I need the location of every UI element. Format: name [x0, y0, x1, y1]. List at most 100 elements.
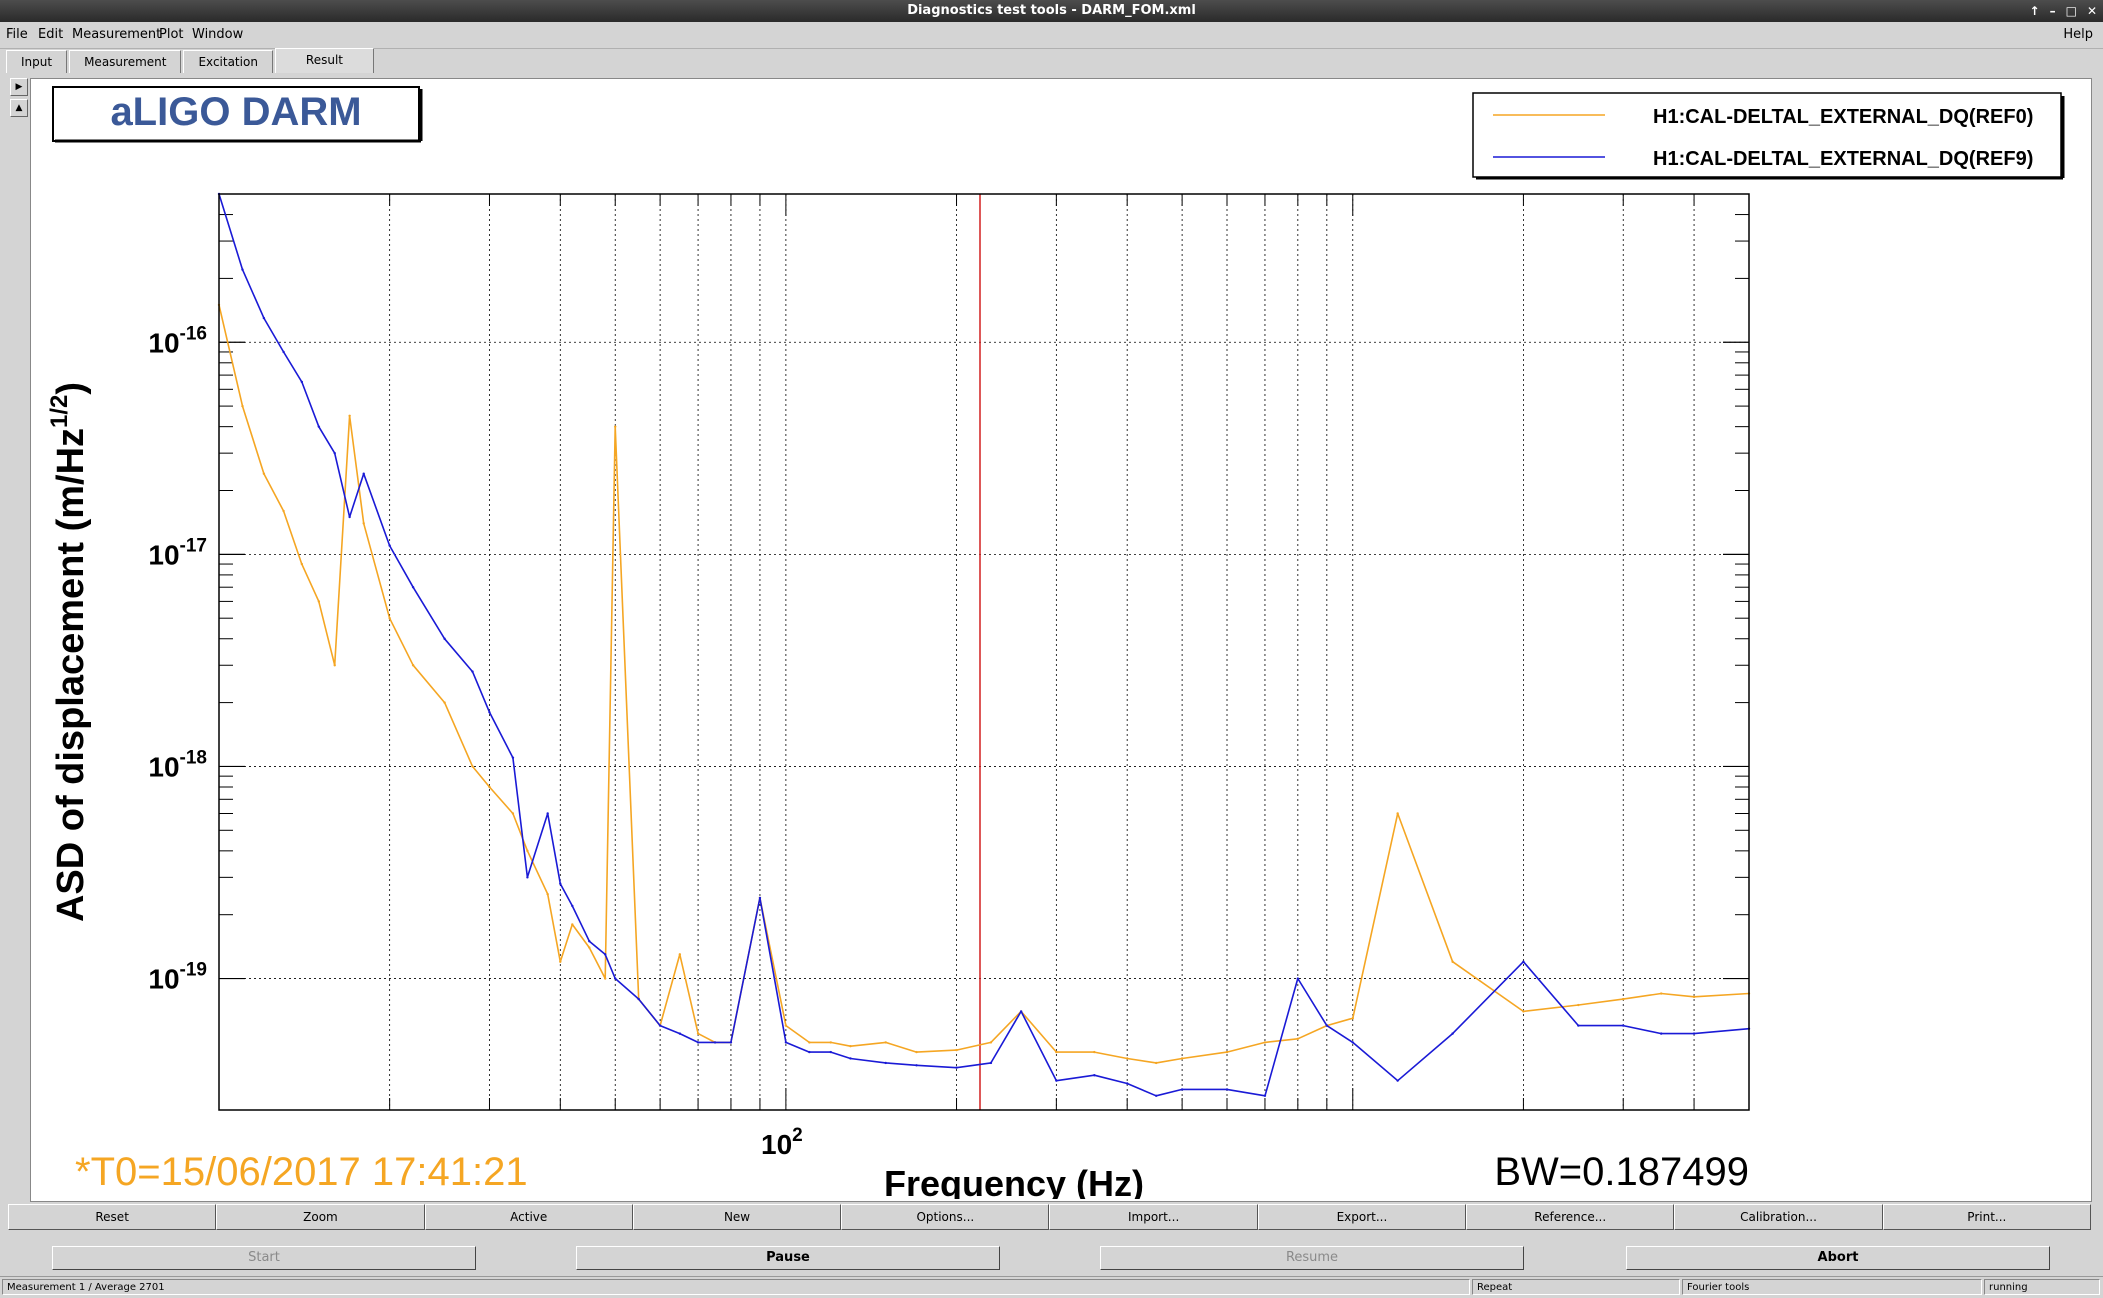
data-point — [713, 1041, 717, 1044]
scroll-up-icon[interactable]: ▲ — [10, 99, 28, 117]
data-point — [388, 616, 391, 620]
import-button[interactable]: Import... — [1049, 1204, 1258, 1230]
close-icon[interactable]: ✕ — [2087, 0, 2097, 22]
window-controls: ↑ – □ ✕ — [2030, 0, 2097, 22]
data-point — [300, 380, 304, 384]
data-point — [1325, 1024, 1329, 1027]
data-point — [546, 812, 549, 815]
tab-input[interactable]: Input — [6, 50, 68, 73]
bw-label: BW=0.187499 — [1494, 1150, 1749, 1194]
data-point — [317, 600, 321, 603]
reset-button[interactable]: Reset — [8, 1204, 217, 1230]
data-point — [989, 1041, 993, 1044]
y-tick-label: 10-18 — [148, 747, 207, 782]
menu-help[interactable]: Help — [2063, 27, 2093, 42]
data-point — [411, 586, 415, 589]
x-axis-label: Frequency (Hz) — [884, 1163, 1144, 1199]
plot-title: aLIGO DARM — [110, 90, 361, 134]
data-point — [603, 977, 607, 980]
data-point — [411, 664, 415, 667]
data-point — [1093, 1050, 1096, 1054]
data-point — [333, 664, 336, 667]
data-point — [955, 1048, 958, 1052]
x-tick-label: 102 — [761, 1125, 803, 1160]
data-point — [758, 896, 762, 900]
data-point — [241, 268, 244, 271]
y-tick-label: 10-16 — [148, 323, 207, 358]
data-point — [559, 882, 562, 885]
new-button[interactable]: New — [632, 1204, 842, 1230]
data-point — [362, 472, 365, 475]
scroll-right-icon[interactable]: ▶ — [10, 78, 28, 96]
data-point — [658, 1024, 662, 1027]
reference-button[interactable]: Reference... — [1466, 1204, 1675, 1230]
data-point — [1125, 1082, 1129, 1085]
data-point — [1225, 1088, 1229, 1091]
data-point — [317, 425, 321, 428]
data-point — [849, 1057, 852, 1060]
status-measurement: Measurement 1 / Average 2701 — [2, 1279, 1470, 1295]
data-point — [1055, 1079, 1058, 1082]
data-point — [1659, 992, 1663, 995]
data-point — [614, 977, 617, 980]
tab-result[interactable]: Result — [274, 48, 374, 73]
data-point — [1125, 1057, 1129, 1060]
data-point — [488, 711, 491, 714]
tab-excitation[interactable]: Excitation — [183, 50, 273, 73]
calibration-button[interactable]: Calibration... — [1674, 1204, 1883, 1230]
status-fourier: Fourier tools — [1682, 1279, 1982, 1295]
data-point — [571, 904, 574, 908]
menu-measurement[interactable]: Measurement — [72, 27, 161, 42]
menu-file[interactable]: File — [6, 27, 28, 42]
data-point — [1522, 960, 1525, 963]
data-point — [526, 849, 529, 853]
menu-bar: File Edit Measurement Plot Window Help — [0, 22, 2103, 49]
data-point — [588, 946, 591, 949]
active-button[interactable]: Active — [424, 1204, 633, 1230]
y-axis-label: ASD of displacement (m/Hz1/2) — [46, 382, 92, 922]
print-button[interactable]: Print... — [1882, 1204, 2091, 1230]
tab-measurement[interactable]: Measurement — [69, 50, 182, 73]
data-point — [1154, 1061, 1158, 1065]
export-button[interactable]: Export... — [1257, 1204, 1467, 1230]
data-point — [1263, 1094, 1267, 1098]
data-point — [1451, 960, 1454, 963]
abort-button[interactable]: Abort — [1626, 1246, 2050, 1270]
plot-canvas[interactable]: 10-16 10-17 10-18 10-19 102 Frequency (Hz) ASD… — [30, 78, 2092, 1202]
data-point — [1577, 1024, 1580, 1027]
data-point — [333, 451, 336, 455]
options-button[interactable]: Options... — [841, 1204, 1050, 1230]
data-point — [1396, 812, 1399, 815]
data-point — [362, 522, 365, 525]
menu-edit[interactable]: Edit — [38, 27, 63, 42]
data-point — [989, 1061, 993, 1065]
data-point — [571, 923, 574, 926]
zoom-button[interactable]: Zoom — [216, 1204, 425, 1230]
series-ref0-line — [218, 304, 1750, 1064]
data-point — [1055, 1050, 1058, 1054]
data-point — [443, 637, 446, 640]
data-point — [511, 812, 515, 815]
menu-plot[interactable]: Plot — [159, 27, 184, 42]
data-point — [1622, 997, 1625, 1001]
data-point — [1659, 1032, 1663, 1035]
data-point — [511, 756, 515, 759]
plot-frame — [218, 193, 1750, 1111]
maximize-icon[interactable]: □ — [2066, 0, 2077, 22]
data-point — [262, 316, 266, 320]
data-point — [262, 472, 266, 475]
pause-button[interactable]: Pause — [576, 1246, 1000, 1270]
data-point — [784, 1041, 788, 1044]
menu-window[interactable]: Window — [192, 27, 243, 42]
keep-above-icon[interactable]: ↑ — [2030, 0, 2040, 22]
start-button[interactable]: Start — [52, 1246, 476, 1270]
resume-button[interactable]: Resume — [1100, 1246, 1524, 1270]
data-point — [678, 953, 682, 956]
data-point — [471, 670, 474, 673]
minimize-icon[interactable]: – — [2050, 0, 2056, 22]
data-point — [348, 515, 351, 519]
window-titlebar: Diagnostics test tools - DARM_FOM.xml ↑ … — [0, 0, 2103, 22]
asd-chart: 10-16 10-17 10-18 10-19 102 Frequency (Hz) ASD… — [46, 86, 2065, 1199]
data-point — [388, 544, 391, 547]
data-point — [300, 562, 304, 566]
